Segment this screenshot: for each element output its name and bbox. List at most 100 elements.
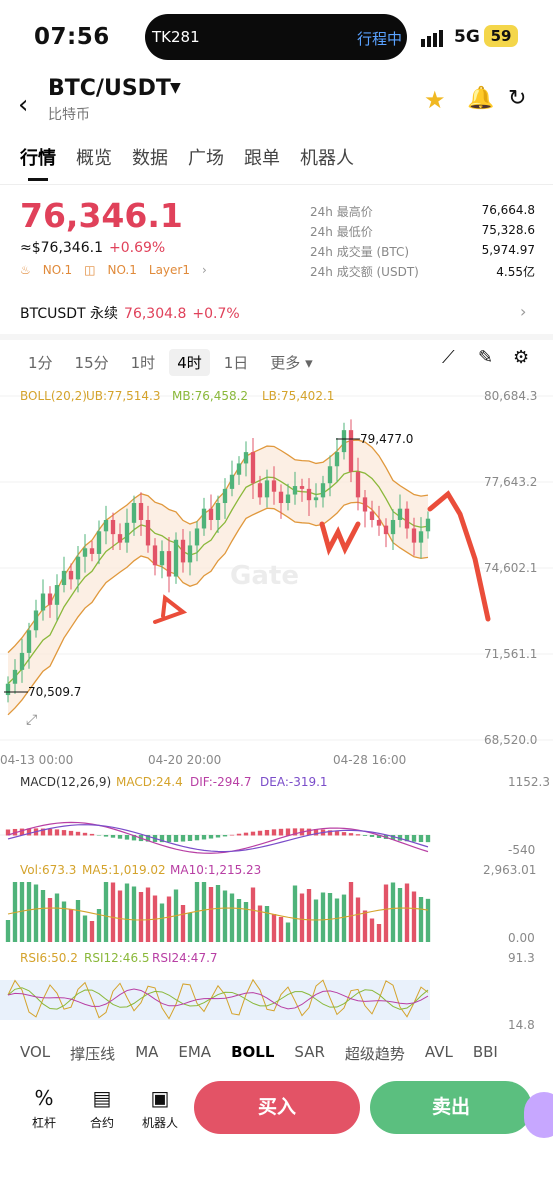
volume-bar xyxy=(117,890,123,942)
tab-data[interactable]: 数据 xyxy=(132,144,168,170)
candle-body xyxy=(40,593,46,611)
volume-bar xyxy=(47,898,53,942)
candle-body xyxy=(243,452,249,464)
candle-body xyxy=(208,508,214,520)
ind-boll[interactable]: BOLL xyxy=(231,1043,274,1064)
volume-bar xyxy=(313,899,319,942)
ind-ema[interactable]: EMA xyxy=(178,1043,211,1064)
ind-supertrend[interactable]: 超级趋势 xyxy=(345,1043,405,1064)
pair-dropdown-icon[interactable]: ▼ xyxy=(170,80,181,96)
tab-square[interactable]: 广场 xyxy=(188,144,224,170)
macd-bar xyxy=(257,830,263,836)
interval-4h[interactable]: 4时 xyxy=(169,349,210,376)
bell-icon[interactable]: 🔔 xyxy=(467,86,494,111)
island-flight: TK281 xyxy=(152,28,200,46)
tab-overview[interactable]: 概览 xyxy=(76,144,112,170)
assistant-bubble-icon[interactable] xyxy=(524,1092,553,1138)
share-icon[interactable]: ↻ xyxy=(508,86,526,111)
candle-body xyxy=(82,548,88,557)
candle-body xyxy=(215,503,221,520)
signal-icon xyxy=(421,28,445,47)
macd-bar xyxy=(68,830,74,836)
interval-1h[interactable]: 1时 xyxy=(123,349,164,376)
volume-bar xyxy=(376,924,382,942)
expand-icon[interactable]: ⤢ xyxy=(26,712,37,728)
contract-button[interactable]: ▤ 合约 xyxy=(80,1086,124,1131)
y-tick: 77,643.2 xyxy=(484,475,537,489)
interval-more[interactable]: 更多 ▾ xyxy=(262,349,320,376)
candle-body xyxy=(222,488,228,504)
ind-sar[interactable]: SAR xyxy=(294,1043,324,1064)
macd-bar xyxy=(418,835,424,843)
kline-chart[interactable]: BOLL(20,2) UB:77,514.3 MB:76,458.2 LB:75… xyxy=(0,384,553,1034)
candle-body xyxy=(404,508,410,529)
rsi12: RSI12:46.5 xyxy=(84,951,150,965)
book-icon: ◫ xyxy=(84,263,96,277)
boll-ub: UB:77,514.3 xyxy=(86,389,161,403)
candle-body xyxy=(68,570,74,580)
volume-bar xyxy=(110,882,116,942)
settings-gear-icon[interactable]: ⚙ xyxy=(513,347,529,368)
ind-vol[interactable]: VOL xyxy=(20,1043,50,1064)
candle-body xyxy=(236,463,242,475)
volume-bar xyxy=(75,900,81,942)
stat-value: 76,664.8 xyxy=(481,203,535,217)
candle-body xyxy=(194,528,200,546)
indicator-chart-icon[interactable]: ⟋ xyxy=(442,347,455,368)
macd-bar xyxy=(124,835,130,840)
macd-bar xyxy=(271,829,277,836)
candle-body xyxy=(180,539,186,563)
ind-avl[interactable]: AVL xyxy=(425,1043,453,1064)
document-icon: ▤ xyxy=(92,1086,112,1110)
volume-bar xyxy=(285,922,291,942)
candle-body xyxy=(152,545,158,566)
macd-bar xyxy=(425,835,431,843)
macd-bar xyxy=(103,835,109,837)
sell-button[interactable]: 卖出 xyxy=(370,1081,532,1134)
candle-body xyxy=(278,491,284,504)
volume-bar xyxy=(215,885,221,942)
interval-1m[interactable]: 1分 xyxy=(20,349,61,376)
candle-body xyxy=(145,519,151,546)
candle-body xyxy=(54,585,60,605)
pair-title[interactable]: BTC/USDT xyxy=(48,76,171,101)
back-arrow-icon[interactable]: ‹ xyxy=(18,90,28,120)
draw-pen-icon[interactable]: ✎ xyxy=(478,347,493,368)
stat-row: 24h 成交量 (BTC) 5,974.97 xyxy=(310,243,535,263)
perp-row[interactable]: BTCUSDT 永续 76,304.8 +0.7% xyxy=(20,303,240,323)
macd-bar xyxy=(222,835,228,837)
rank-hot[interactable]: NO.1 xyxy=(43,263,72,277)
boll-mb: MB:76,458.2 xyxy=(172,389,248,403)
buy-button[interactable]: 买入 xyxy=(194,1081,360,1134)
perp-change: +0.7% xyxy=(192,306,240,322)
favorite-star-icon[interactable]: ★ xyxy=(424,86,446,114)
tab-bot[interactable]: 机器人 xyxy=(300,144,354,170)
macd-bar xyxy=(117,835,123,839)
island-status: 行程中 xyxy=(357,30,403,48)
macd-min: -540 xyxy=(508,843,535,857)
bot-button[interactable]: ▣ 机器人 xyxy=(138,1086,182,1131)
volume-bar xyxy=(390,882,396,942)
rank-cap[interactable]: NO.1 xyxy=(108,263,137,277)
volume-bar xyxy=(61,901,67,942)
rsi-pane xyxy=(0,978,430,1020)
candle-body xyxy=(117,534,123,543)
volume-bar xyxy=(187,913,193,942)
volume-bar xyxy=(33,884,39,942)
sector-tag[interactable]: Layer1 xyxy=(149,263,190,277)
volume-bar xyxy=(166,896,172,942)
tab-market[interactable]: 行情 xyxy=(20,144,56,170)
candle-body xyxy=(341,430,347,453)
ind-support[interactable]: 撑压线 xyxy=(70,1043,115,1064)
ind-ma[interactable]: MA xyxy=(135,1043,158,1064)
perp-name: BTCUSDT 永续 xyxy=(20,306,119,322)
ind-bbi[interactable]: BBI xyxy=(473,1043,498,1064)
chevron-right-icon[interactable]: › xyxy=(202,263,207,277)
candle-body xyxy=(89,548,95,554)
macd-dea: DEA:-319.1 xyxy=(260,775,328,789)
leverage-button[interactable]: % 杠杆 xyxy=(22,1086,66,1131)
interval-1d[interactable]: 1日 xyxy=(216,349,257,376)
interval-15m[interactable]: 15分 xyxy=(67,349,117,376)
tab-copy[interactable]: 跟单 xyxy=(244,144,280,170)
chevron-right-icon[interactable]: › xyxy=(520,302,526,321)
